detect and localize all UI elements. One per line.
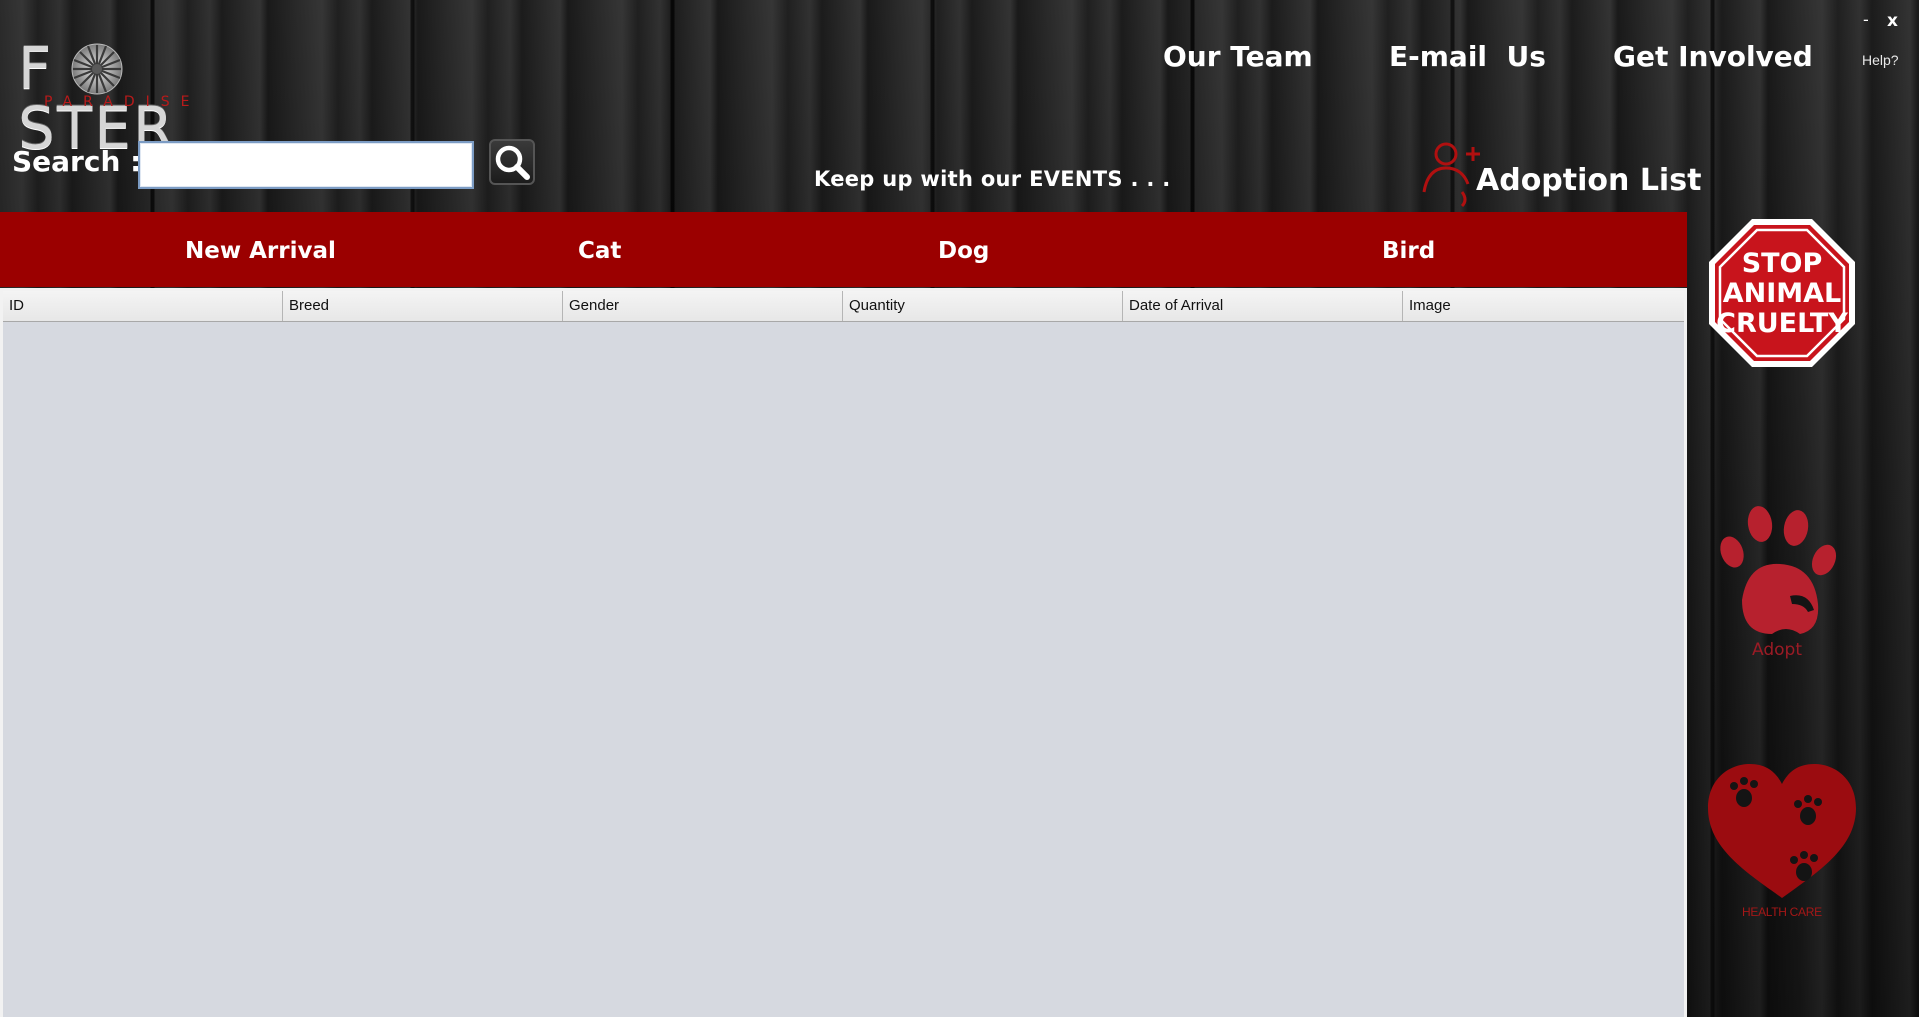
logo-subtitle: PARADISE (44, 94, 201, 110)
nav-email-us[interactable]: E-mail Us (1389, 40, 1546, 73)
close-button[interactable]: x (1887, 11, 1898, 31)
column-header-date-of-arrival[interactable]: Date of Arrival (1123, 291, 1403, 321)
adoption-list-button[interactable]: Adoption List (1476, 163, 1701, 198)
stop-line-1: STOP (1742, 248, 1823, 279)
category-new-arrival[interactable]: New Arrival (185, 238, 336, 264)
category-bird[interactable]: Bird (1382, 238, 1435, 264)
search-button[interactable] (489, 139, 535, 185)
stop-animal-cruelty-sign[interactable]: STOP ANIMAL CRUELTY (1706, 216, 1858, 370)
logo-letter-f: F (18, 34, 54, 102)
nav-our-team[interactable]: Our Team (1163, 40, 1313, 73)
minimize-button[interactable]: - (1863, 10, 1869, 29)
category-cat[interactable]: Cat (578, 238, 621, 264)
search-input[interactable] (138, 141, 474, 189)
adopt-paw-icon[interactable] (1712, 500, 1852, 662)
help-link[interactable]: Help? (1862, 52, 1899, 68)
column-header-gender[interactable]: Gender (563, 291, 843, 321)
category-dog[interactable]: Dog (938, 238, 989, 264)
search-label: Search : (12, 145, 142, 178)
add-user-icon[interactable] (1418, 140, 1484, 208)
events-link[interactable]: Keep up with our EVENTS . . . (814, 167, 1171, 191)
column-header-quantity[interactable]: Quantity (843, 291, 1123, 321)
search-icon (495, 145, 530, 180)
animals-table[interactable]: ID Breed Gender Quantity Date of Arrival… (0, 288, 1687, 1017)
stop-line-3: CRUELTY (1716, 308, 1848, 339)
logo: FSTER PARADISE (18, 38, 248, 158)
column-header-breed[interactable]: Breed (283, 291, 563, 321)
table-header: ID Breed Gender Quantity Date of Arrival… (3, 291, 1684, 322)
column-header-id[interactable]: ID (3, 291, 283, 321)
nav-get-involved[interactable]: Get Involved (1613, 40, 1813, 73)
health-care-heart-icon[interactable] (1706, 762, 1858, 900)
stop-line-2: ANIMAL (1723, 278, 1842, 309)
adopt-label: Adopt (1752, 640, 1802, 660)
logo-shell-icon (71, 43, 123, 95)
column-header-image[interactable]: Image (1403, 291, 1684, 321)
health-care-label: HEALTH CARE (1742, 905, 1822, 919)
